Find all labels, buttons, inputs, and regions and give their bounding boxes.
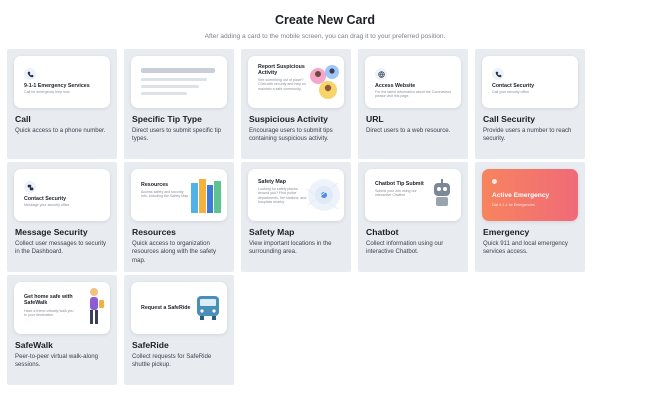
preview-subtext: Message your security office <box>24 203 70 207</box>
placeholder-bar <box>141 78 207 81</box>
card-title: SafeWalk <box>15 340 53 350</box>
card-specific-tip-type[interactable]: Specific Tip Type Direct users to submit… <box>124 49 234 159</box>
preview-subtext: Dial 9-1-1 for Emergencies <box>492 203 535 207</box>
card-title: Emergency <box>483 227 530 237</box>
placeholder-bar <box>141 68 215 73</box>
card-call[interactable]: 9-1-1 Emergency Services Call for emerge… <box>7 49 117 159</box>
preview-subtext: Looking for safety places around you? Fi… <box>258 187 307 205</box>
card-title: Chatbot <box>366 227 399 237</box>
preview-heading: Contact Security <box>24 196 67 202</box>
chat-icon <box>24 181 36 193</box>
globe-icon <box>375 68 387 80</box>
bus-icon <box>197 296 219 320</box>
preview-heading: Contact Security <box>492 83 535 89</box>
books-icon <box>191 179 221 213</box>
card-description: Collect requests for SafeRide shuttle pi… <box>132 353 212 369</box>
page-subtitle: After adding a card to the mobile screen… <box>204 33 446 40</box>
card-description: Quick access to a phone number. <box>15 127 106 134</box>
preview-subtext: Have a friend virtually walk you to your… <box>24 309 74 318</box>
card-title: Safety Map <box>249 227 295 237</box>
card-saferide[interactable]: Request a SafeRide SafeRide Collect requ… <box>124 275 234 385</box>
people-illustration-icon <box>310 65 339 99</box>
card-description: Collect information using our interactiv… <box>366 240 444 256</box>
card-preview: Contact Security Message your security o… <box>14 169 110 221</box>
card-preview: Request a SafeRide <box>131 282 227 334</box>
preview-heading: 9-1-1 Emergency Services <box>24 83 90 89</box>
preview-heading: Report Suspicious Activity <box>258 64 305 76</box>
card-title: Call <box>15 114 31 124</box>
card-description: Quick 911 and local emergency services a… <box>483 240 568 256</box>
card-preview: Resources Access safety and security inf… <box>131 169 227 221</box>
preview-heading: Resources <box>141 182 169 188</box>
card-title: Resources <box>132 227 176 237</box>
phone-icon <box>24 68 36 80</box>
page-title: Create New Card <box>274 13 376 27</box>
placeholder-bar <box>141 92 187 95</box>
card-resources[interactable]: Resources Access safety and security inf… <box>124 162 234 272</box>
card-grid: 9-1-1 Emergency Services Call for emerge… <box>7 49 585 385</box>
preview-subtext: For the latest information about the Cor… <box>375 90 452 99</box>
card-title: URL <box>366 114 384 124</box>
card-title: Call Security <box>483 114 536 124</box>
card-preview: Chatbot Tip Submit Submit your info usin… <box>365 169 461 221</box>
card-message-security[interactable]: Contact Security Message your security o… <box>7 162 117 272</box>
preview-subtext: Call for emergency help now <box>24 90 70 94</box>
card-emergency[interactable]: Active Emergency Dial 9-1-1 for Emergenc… <box>475 162 585 272</box>
card-title: Specific Tip Type <box>132 114 202 124</box>
card-title: Suspicious Activity <box>249 114 328 124</box>
card-preview: Report Suspicious Activity See something… <box>248 56 344 108</box>
preview-subtext: Call your security office <box>492 90 530 94</box>
card-call-security[interactable]: Contact Security Call your security offi… <box>475 49 585 159</box>
card-preview: Contact Security Call your security offi… <box>482 56 578 108</box>
card-chatbot[interactable]: Chatbot Tip Submit Submit your info usin… <box>358 162 468 272</box>
card-description: Provide users a number to reach security… <box>483 127 572 143</box>
card-description: Collect user messages to security in the… <box>15 240 107 256</box>
alert-dot-icon <box>492 179 497 184</box>
card-title: Message Security <box>15 227 88 237</box>
card-description: Direct users to a web resource. <box>366 127 451 134</box>
placeholder-bar <box>141 85 199 88</box>
preview-subtext: See something out of place? Chat with se… <box>258 78 306 91</box>
map-pin-icon <box>305 179 340 211</box>
preview-heading: Request a SafeRide <box>141 305 191 311</box>
card-description: Peer-to-peer virtual walk-along sessions… <box>15 353 98 369</box>
preview-heading: Chatbot Tip Submit <box>375 181 424 187</box>
preview-heading: Access Website <box>375 83 416 89</box>
card-title: SafeRide <box>132 340 169 350</box>
phone-shield-icon <box>492 68 504 80</box>
card-url[interactable]: Access Website For the latest informatio… <box>358 49 468 159</box>
card-preview: Safety Map Looking for safety places aro… <box>248 169 344 221</box>
card-preview: Access Website For the latest informatio… <box>365 56 461 108</box>
preview-heading: Get home safe with SafeWalk <box>24 294 73 306</box>
preview-subtext: Access safety and security info, includi… <box>141 190 189 199</box>
preview-subtext: Submit your info using our interactive C… <box>375 189 417 198</box>
card-description: Quick access to organization resources a… <box>132 240 217 264</box>
card-preview: Active Emergency Dial 9-1-1 for Emergenc… <box>482 169 578 221</box>
card-description: Direct users to submit specific tip type… <box>132 127 222 143</box>
preview-heading: Safety Map <box>258 179 286 185</box>
card-safewalk[interactable]: Get home safe with SafeWalk Have a frien… <box>7 275 117 385</box>
card-preview <box>131 56 227 108</box>
card-suspicious-activity[interactable]: Report Suspicious Activity See something… <box>241 49 351 159</box>
card-preview: Get home safe with SafeWalk Have a frien… <box>14 282 110 334</box>
preview-heading: Active Emergency <box>492 192 550 199</box>
robot-icon <box>434 179 450 206</box>
card-safety-map[interactable]: Safety Map Looking for safety places aro… <box>241 162 351 272</box>
card-description: Encourage users to submit tips containin… <box>249 127 333 143</box>
person-walking-icon <box>90 288 104 324</box>
card-description: View important locations in the surround… <box>249 240 332 256</box>
card-preview: 9-1-1 Emergency Services Call for emerge… <box>14 56 110 108</box>
